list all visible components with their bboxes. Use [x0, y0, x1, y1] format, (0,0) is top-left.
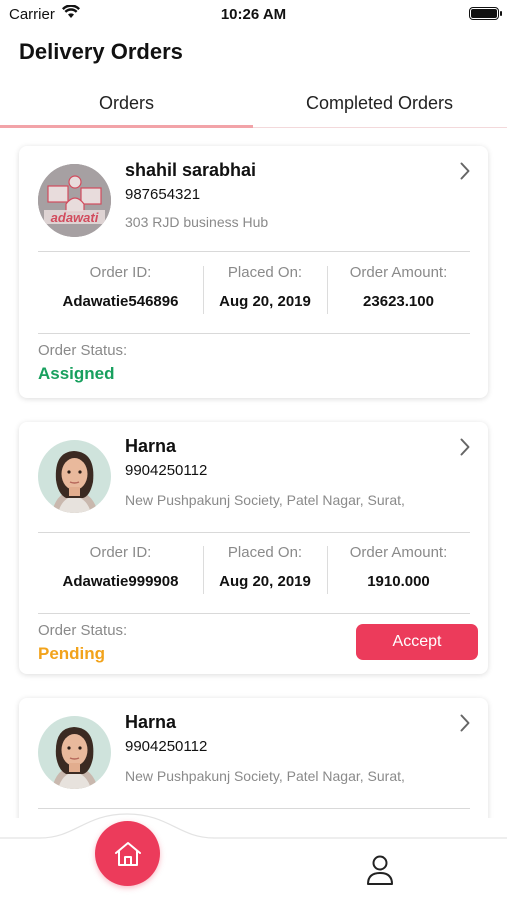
avatar	[38, 716, 111, 789]
customer-name: shahil sarabhai	[125, 160, 257, 180]
order-card[interactable]: adawati shahil sarabhai 987654321 303 RJ…	[19, 146, 488, 398]
avatar: adawati	[38, 164, 111, 237]
placed-on-value: Aug 20, 2019	[219, 293, 311, 310]
order-status-label: Order Status:	[38, 342, 128, 359]
customer-address: New Pushpakunj Society, Patel Nagar, Sur…	[125, 768, 405, 784]
shop-logo-image: adawati	[38, 164, 111, 237]
bottom-nav-background	[0, 813, 507, 900]
order-status-value: Assigned	[38, 364, 115, 383]
order-card[interactable]: Harna 9904250112 New Pushpakunj Society,…	[19, 422, 488, 674]
customer-name: Harna	[125, 436, 177, 456]
tab-orders[interactable]: Orders	[0, 82, 253, 128]
order-amount-value: 1910.000	[367, 573, 430, 590]
customer-address: 303 RJD business Hub	[125, 214, 269, 230]
placed-on-label: Placed On:	[227, 264, 303, 281]
order-id-label: Order ID:	[89, 264, 152, 281]
home-button[interactable]	[95, 821, 160, 886]
placed-on-column: Placed On: Aug 20, 2019	[203, 264, 327, 310]
divider	[38, 532, 470, 533]
order-card[interactable]: Harna 9904250112 New Pushpakunj Society,…	[19, 698, 488, 818]
divider	[38, 613, 470, 614]
tab-completed-orders[interactable]: Completed Orders	[253, 82, 506, 128]
clock: 10:26 AM	[220, 6, 287, 23]
customer-photo	[38, 716, 111, 789]
divider	[38, 333, 470, 334]
chevron-right-icon[interactable]	[460, 162, 470, 180]
placed-on-value: Aug 20, 2019	[219, 573, 311, 590]
customer-photo	[38, 440, 111, 513]
chevron-right-icon[interactable]	[460, 714, 470, 732]
order-amount-label: Order Amount:	[349, 544, 448, 561]
customer-phone: 9904250112	[125, 738, 208, 755]
order-id-column: Order ID: Adawatie999908	[38, 544, 203, 590]
order-id-column: Order ID: Adawatie546896	[38, 264, 203, 310]
tab-bar: Orders Completed Orders	[0, 82, 507, 128]
customer-name: Harna	[125, 712, 177, 732]
chevron-right-icon[interactable]	[460, 438, 470, 456]
order-amount-column: Order Amount: 1910.000	[327, 544, 470, 590]
home-icon	[114, 841, 141, 866]
divider	[38, 808, 470, 809]
order-status-label: Order Status:	[38, 622, 128, 639]
placed-on-column: Placed On: Aug 20, 2019	[203, 544, 327, 590]
order-amount-label: Order Amount:	[349, 264, 448, 281]
order-amount-value: 23623.100	[363, 293, 434, 310]
customer-phone: 9904250112	[125, 462, 208, 479]
user-icon[interactable]	[365, 854, 395, 886]
divider	[38, 251, 470, 252]
status-bar: Carrier 10:26 AM	[0, 0, 507, 28]
order-id-label: Order ID:	[89, 544, 152, 561]
placed-on-label: Placed On:	[227, 544, 303, 561]
battery-icon	[469, 7, 502, 20]
order-status-value: Pending	[38, 644, 106, 663]
customer-phone: 987654321	[125, 186, 201, 203]
order-id-value: Adawatie999908	[62, 573, 179, 590]
customer-address: New Pushpakunj Society, Patel Nagar, Sur…	[125, 492, 405, 508]
order-id-value: Adawatie546896	[62, 293, 179, 310]
bottom-nav	[0, 810, 507, 900]
avatar	[38, 440, 111, 513]
accept-button[interactable]: Accept	[356, 624, 478, 660]
svg-text:adawati: adawati	[51, 210, 99, 225]
order-list[interactable]: adawati shahil sarabhai 987654321 303 RJ…	[0, 128, 507, 818]
page-title: Delivery Orders	[19, 39, 183, 64]
order-amount-column: Order Amount: 23623.100	[327, 264, 470, 310]
